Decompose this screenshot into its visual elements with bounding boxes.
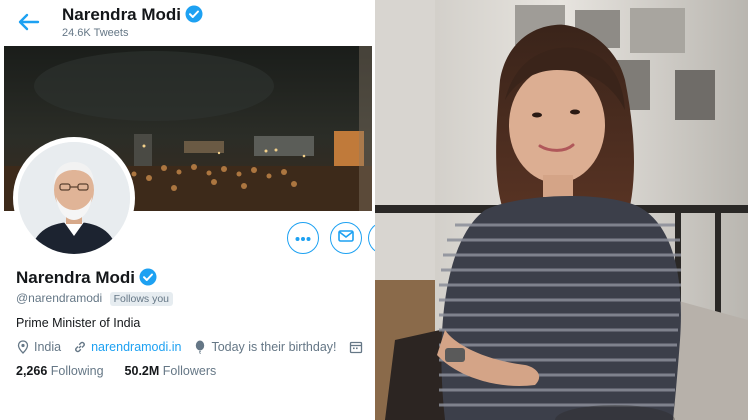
- arrow-left-icon[interactable]: [18, 12, 40, 32]
- avatar-photo: [18, 142, 130, 254]
- envelope-icon: [338, 229, 354, 247]
- portrait-photo: [375, 0, 748, 420]
- profile-location: India: [34, 340, 62, 354]
- website-link[interactable]: narendramodi.in: [91, 340, 181, 354]
- profile-meta-row: India narendramodi.in Today is their bir…: [16, 340, 367, 355]
- verified-badge-icon: [139, 268, 157, 286]
- message-button[interactable]: [330, 222, 362, 254]
- profile-name-row: Narendra Modi: [16, 268, 157, 288]
- profile-handle: @narendramodi: [16, 291, 103, 305]
- profile-bio: Prime Minister of India: [16, 316, 141, 330]
- followers-count: 50.2M: [124, 364, 160, 378]
- following-link[interactable]: 2,266 Following: [16, 364, 104, 378]
- profile-header-bar: Narendra Modi 24.6K Tweets: [0, 0, 375, 46]
- header-name: Narendra Modi: [62, 5, 182, 24]
- handle-row: @narendramodi Follows you: [16, 291, 174, 306]
- more-button[interactable]: [287, 222, 319, 254]
- following-count: 2,266: [16, 364, 48, 378]
- profile-name: Narendra Modi: [16, 268, 136, 287]
- more-icon: [295, 229, 311, 247]
- avatar[interactable]: [13, 137, 135, 259]
- verified-badge-icon: [185, 5, 203, 23]
- balloon-icon: [193, 340, 207, 355]
- location-pin-icon: [16, 340, 30, 354]
- follows-you-badge: Follows you: [109, 292, 174, 306]
- header-title: Narendra Modi: [62, 5, 203, 25]
- link-icon: [73, 340, 87, 354]
- birthday-note: Today is their birthday!: [211, 340, 337, 354]
- calendar-icon: [349, 340, 363, 354]
- twitter-profile-panel: Narendra Modi 24.6K Tweets Narendra Modi…: [0, 0, 375, 420]
- followers-link[interactable]: 50.2M Followers: [125, 364, 217, 378]
- following-label: Following: [50, 364, 104, 378]
- followers-label: Followers: [162, 364, 217, 378]
- tweet-count: 24.6K Tweets: [62, 27, 129, 39]
- follow-counts: 2,266 Following 50.2M Followers: [16, 364, 216, 378]
- follow-button-partial[interactable]: [368, 222, 375, 254]
